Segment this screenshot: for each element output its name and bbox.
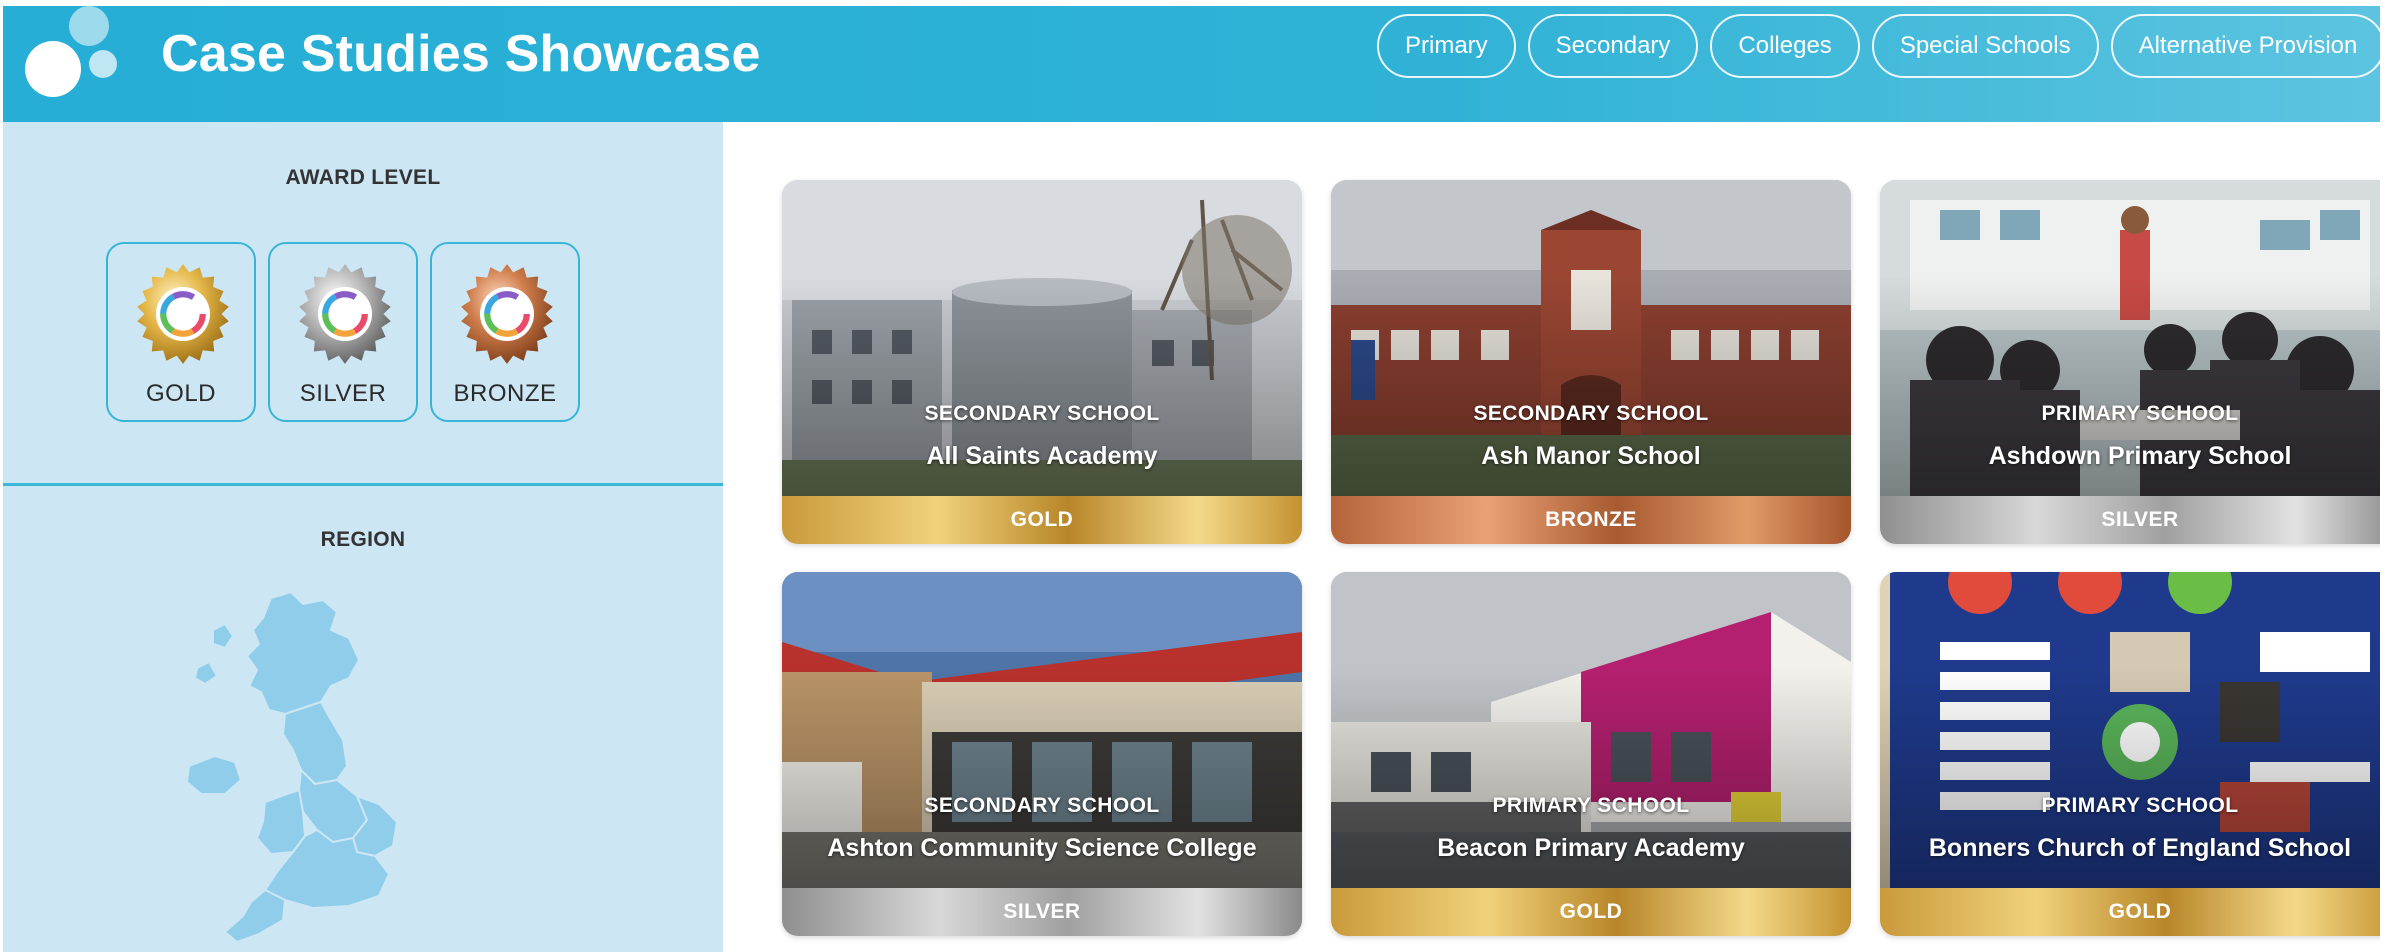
school-type-label: PRIMARY SCHOOL (2041, 402, 2239, 425)
school-type-label: SECONDARY SCHOOL (1473, 402, 1709, 425)
nav-secondary-button[interactable]: Secondary (1527, 14, 1699, 78)
award-band-silver: SILVER (1880, 496, 2380, 544)
award-label-bronze: BRONZE (453, 380, 557, 407)
school-name: Ashdown Primary School (1988, 442, 2292, 470)
page: Case Studies Showcase Primary Secondary … (0, 0, 2380, 952)
bronze-award-badge-icon (461, 264, 553, 364)
site-header: Case Studies Showcase Primary Secondary … (3, 6, 2380, 122)
case-study-card[interactable]: SECONDARY SCHOOL Ash Manor School BRONZE (1331, 180, 1851, 544)
case-study-card[interactable]: SECONDARY SCHOOL Ashton Community Scienc… (782, 572, 1302, 936)
nav-alternative-provision-button[interactable]: Alternative Provision (2110, 14, 2380, 78)
map-region-scotland (246, 591, 360, 715)
nav-primary-button[interactable]: Primary (1377, 14, 1516, 78)
award-band-silver: SILVER (782, 888, 1302, 936)
school-type-label: PRIMARY SCHOOL (2041, 794, 2239, 817)
page-margin (2380, 0, 2402, 952)
map-region-northern-ireland (186, 755, 242, 795)
silver-award-badge-icon (299, 264, 391, 364)
award-band-gold: GOLD (1331, 888, 1851, 936)
award-filter-group: GOLD SILVER BRONZE (106, 242, 580, 422)
school-name: Ash Manor School (1481, 442, 1701, 470)
school-name: Bonners Church of England School (1928, 834, 2352, 862)
award-band-gold: GOLD (782, 496, 1302, 544)
award-band-gold: GOLD (1880, 888, 2380, 936)
award-band-bronze: BRONZE (1331, 496, 1851, 544)
school-name: Ashton Community Science College (827, 834, 1257, 862)
award-label-silver: SILVER (299, 380, 387, 407)
school-type-label: PRIMARY SCHOOL (1492, 794, 1690, 817)
filter-sidebar: AWARD LEVEL GOLD SILVER BRONZE REGION (3, 122, 723, 952)
map-region-north-england (282, 701, 348, 785)
logo-bubble-small (69, 6, 109, 46)
map-region-scotland-islands (194, 623, 234, 685)
map-region-midlands (298, 769, 368, 843)
sidebar-divider (3, 483, 723, 486)
award-filter-bronze[interactable]: BRONZE (430, 242, 580, 422)
logo-bubble-large (25, 41, 81, 97)
page-title: Case Studies Showcase (161, 25, 761, 83)
case-study-card[interactable]: SECONDARY SCHOOL All Saints Academy GOLD (782, 180, 1302, 544)
case-study-card[interactable]: PRIMARY SCHOOL Bonners Church of England… (1880, 572, 2380, 936)
case-study-card[interactable]: PRIMARY SCHOOL Beacon Primary Academy GO… (1331, 572, 1851, 936)
award-filter-gold[interactable]: GOLD (106, 242, 256, 422)
award-filter-silver[interactable]: SILVER (268, 242, 418, 422)
nav-special-schools-button[interactable]: Special Schools (1871, 14, 2099, 78)
school-type-label: SECONDARY SCHOOL (924, 794, 1160, 817)
school-name: Beacon Primary Academy (1437, 834, 1745, 862)
uk-region-map[interactable] (153, 590, 523, 952)
school-name: All Saints Academy (926, 442, 1158, 470)
category-nav: Primary Secondary Colleges Special Schoo… (1377, 14, 2380, 78)
region-heading: REGION (320, 528, 406, 551)
award-label-gold: GOLD (145, 380, 216, 407)
logo-bubble-medium (89, 50, 117, 78)
nav-colleges-button[interactable]: Colleges (1710, 14, 1860, 78)
map-region-south-west (224, 889, 286, 943)
case-study-card[interactable]: PRIMARY SCHOOL Ashdown Primary School SI… (1880, 180, 2380, 544)
school-type-label: SECONDARY SCHOOL (924, 402, 1160, 425)
award-level-heading: AWARD LEVEL (285, 166, 441, 189)
gold-award-badge-icon (137, 264, 229, 364)
